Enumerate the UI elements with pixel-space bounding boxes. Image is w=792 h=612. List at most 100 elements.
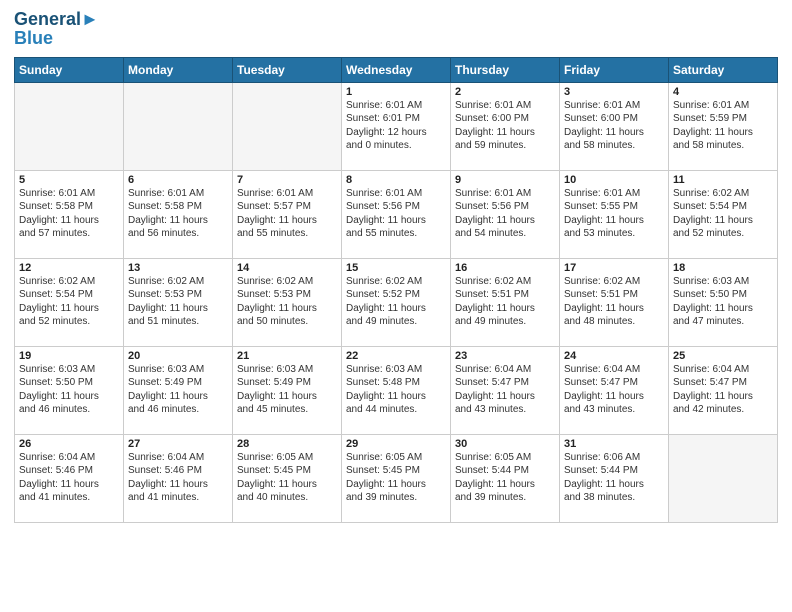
day-number: 14: [237, 262, 337, 274]
calendar-cell: 4Sunrise: 6:01 AMSunset: 5:59 PMDaylight…: [669, 82, 778, 170]
day-number: 17: [564, 262, 664, 274]
col-header-sunday: Sunday: [15, 57, 124, 82]
calendar-cell: 26Sunrise: 6:04 AMSunset: 5:46 PMDayligh…: [15, 434, 124, 522]
logo: General► Blue: [14, 10, 99, 49]
day-number: 23: [455, 350, 555, 362]
calendar-cell: 19Sunrise: 6:03 AMSunset: 5:50 PMDayligh…: [15, 346, 124, 434]
calendar-cell: 14Sunrise: 6:02 AMSunset: 5:53 PMDayligh…: [233, 258, 342, 346]
day-number: 16: [455, 262, 555, 274]
col-header-friday: Friday: [560, 57, 669, 82]
calendar-cell: 20Sunrise: 6:03 AMSunset: 5:49 PMDayligh…: [124, 346, 233, 434]
calendar-cell: 28Sunrise: 6:05 AMSunset: 5:45 PMDayligh…: [233, 434, 342, 522]
cell-content: Sunrise: 6:01 AMSunset: 5:58 PMDaylight:…: [19, 187, 119, 241]
cell-content: Sunrise: 6:01 AMSunset: 5:56 PMDaylight:…: [346, 187, 446, 241]
calendar-cell: 18Sunrise: 6:03 AMSunset: 5:50 PMDayligh…: [669, 258, 778, 346]
cell-content: Sunrise: 6:02 AMSunset: 5:54 PMDaylight:…: [673, 187, 773, 241]
cell-content: Sunrise: 6:04 AMSunset: 5:46 PMDaylight:…: [128, 451, 228, 505]
cell-content: Sunrise: 6:02 AMSunset: 5:51 PMDaylight:…: [564, 275, 664, 329]
day-number: 5: [19, 174, 119, 186]
calendar-cell: 23Sunrise: 6:04 AMSunset: 5:47 PMDayligh…: [451, 346, 560, 434]
col-header-wednesday: Wednesday: [342, 57, 451, 82]
header: General► Blue: [14, 10, 778, 49]
cell-content: Sunrise: 6:03 AMSunset: 5:49 PMDaylight:…: [237, 363, 337, 417]
cell-content: Sunrise: 6:04 AMSunset: 5:47 PMDaylight:…: [673, 363, 773, 417]
cell-content: Sunrise: 6:04 AMSunset: 5:47 PMDaylight:…: [455, 363, 555, 417]
cell-content: Sunrise: 6:03 AMSunset: 5:48 PMDaylight:…: [346, 363, 446, 417]
cell-content: Sunrise: 6:04 AMSunset: 5:47 PMDaylight:…: [564, 363, 664, 417]
cell-content: Sunrise: 6:03 AMSunset: 5:50 PMDaylight:…: [19, 363, 119, 417]
day-number: 15: [346, 262, 446, 274]
day-number: 28: [237, 438, 337, 450]
calendar-cell: 1Sunrise: 6:01 AMSunset: 6:01 PMDaylight…: [342, 82, 451, 170]
calendar-cell: [669, 434, 778, 522]
cell-content: Sunrise: 6:04 AMSunset: 5:46 PMDaylight:…: [19, 451, 119, 505]
logo-text: General►: [14, 10, 99, 30]
calendar-cell: 30Sunrise: 6:05 AMSunset: 5:44 PMDayligh…: [451, 434, 560, 522]
cell-content: Sunrise: 6:06 AMSunset: 5:44 PMDaylight:…: [564, 451, 664, 505]
calendar-cell: 22Sunrise: 6:03 AMSunset: 5:48 PMDayligh…: [342, 346, 451, 434]
calendar-cell: 5Sunrise: 6:01 AMSunset: 5:58 PMDaylight…: [15, 170, 124, 258]
cell-content: Sunrise: 6:01 AMSunset: 5:57 PMDaylight:…: [237, 187, 337, 241]
day-number: 24: [564, 350, 664, 362]
cell-content: Sunrise: 6:03 AMSunset: 5:49 PMDaylight:…: [128, 363, 228, 417]
calendar-cell: 16Sunrise: 6:02 AMSunset: 5:51 PMDayligh…: [451, 258, 560, 346]
week-row-2: 12Sunrise: 6:02 AMSunset: 5:54 PMDayligh…: [15, 258, 778, 346]
cell-content: Sunrise: 6:05 AMSunset: 5:45 PMDaylight:…: [237, 451, 337, 505]
calendar-cell: 7Sunrise: 6:01 AMSunset: 5:57 PMDaylight…: [233, 170, 342, 258]
calendar-cell: [233, 82, 342, 170]
calendar-cell: 11Sunrise: 6:02 AMSunset: 5:54 PMDayligh…: [669, 170, 778, 258]
day-number: 9: [455, 174, 555, 186]
day-number: 4: [673, 86, 773, 98]
calendar-cell: [124, 82, 233, 170]
day-number: 26: [19, 438, 119, 450]
calendar-cell: [15, 82, 124, 170]
day-number: 2: [455, 86, 555, 98]
cell-content: Sunrise: 6:02 AMSunset: 5:53 PMDaylight:…: [128, 275, 228, 329]
cell-content: Sunrise: 6:02 AMSunset: 5:52 PMDaylight:…: [346, 275, 446, 329]
day-number: 11: [673, 174, 773, 186]
calendar-cell: 15Sunrise: 6:02 AMSunset: 5:52 PMDayligh…: [342, 258, 451, 346]
calendar-cell: 13Sunrise: 6:02 AMSunset: 5:53 PMDayligh…: [124, 258, 233, 346]
cell-content: Sunrise: 6:01 AMSunset: 6:01 PMDaylight:…: [346, 99, 446, 153]
day-number: 21: [237, 350, 337, 362]
calendar-cell: 3Sunrise: 6:01 AMSunset: 6:00 PMDaylight…: [560, 82, 669, 170]
day-number: 13: [128, 262, 228, 274]
col-header-thursday: Thursday: [451, 57, 560, 82]
calendar-cell: 29Sunrise: 6:05 AMSunset: 5:45 PMDayligh…: [342, 434, 451, 522]
day-number: 7: [237, 174, 337, 186]
col-header-monday: Monday: [124, 57, 233, 82]
day-number: 3: [564, 86, 664, 98]
day-number: 22: [346, 350, 446, 362]
col-header-tuesday: Tuesday: [233, 57, 342, 82]
cell-content: Sunrise: 6:01 AMSunset: 6:00 PMDaylight:…: [455, 99, 555, 153]
calendar-cell: 12Sunrise: 6:02 AMSunset: 5:54 PMDayligh…: [15, 258, 124, 346]
calendar-cell: 24Sunrise: 6:04 AMSunset: 5:47 PMDayligh…: [560, 346, 669, 434]
week-row-3: 19Sunrise: 6:03 AMSunset: 5:50 PMDayligh…: [15, 346, 778, 434]
day-number: 10: [564, 174, 664, 186]
cell-content: Sunrise: 6:01 AMSunset: 5:56 PMDaylight:…: [455, 187, 555, 241]
cell-content: Sunrise: 6:02 AMSunset: 5:51 PMDaylight:…: [455, 275, 555, 329]
cell-content: Sunrise: 6:05 AMSunset: 5:45 PMDaylight:…: [346, 451, 446, 505]
calendar-cell: 25Sunrise: 6:04 AMSunset: 5:47 PMDayligh…: [669, 346, 778, 434]
day-number: 27: [128, 438, 228, 450]
calendar-cell: 31Sunrise: 6:06 AMSunset: 5:44 PMDayligh…: [560, 434, 669, 522]
calendar: SundayMondayTuesdayWednesdayThursdayFrid…: [14, 57, 778, 523]
day-number: 1: [346, 86, 446, 98]
cell-content: Sunrise: 6:05 AMSunset: 5:44 PMDaylight:…: [455, 451, 555, 505]
cell-content: Sunrise: 6:01 AMSunset: 6:00 PMDaylight:…: [564, 99, 664, 153]
calendar-header-row: SundayMondayTuesdayWednesdayThursdayFrid…: [15, 57, 778, 82]
day-number: 29: [346, 438, 446, 450]
week-row-4: 26Sunrise: 6:04 AMSunset: 5:46 PMDayligh…: [15, 434, 778, 522]
day-number: 31: [564, 438, 664, 450]
day-number: 20: [128, 350, 228, 362]
cell-content: Sunrise: 6:01 AMSunset: 5:59 PMDaylight:…: [673, 99, 773, 153]
cell-content: Sunrise: 6:01 AMSunset: 5:55 PMDaylight:…: [564, 187, 664, 241]
day-number: 25: [673, 350, 773, 362]
logo-blue: Blue: [14, 28, 99, 49]
cell-content: Sunrise: 6:01 AMSunset: 5:58 PMDaylight:…: [128, 187, 228, 241]
day-number: 30: [455, 438, 555, 450]
week-row-1: 5Sunrise: 6:01 AMSunset: 5:58 PMDaylight…: [15, 170, 778, 258]
calendar-cell: 21Sunrise: 6:03 AMSunset: 5:49 PMDayligh…: [233, 346, 342, 434]
calendar-cell: 8Sunrise: 6:01 AMSunset: 5:56 PMDaylight…: [342, 170, 451, 258]
week-row-0: 1Sunrise: 6:01 AMSunset: 6:01 PMDaylight…: [15, 82, 778, 170]
